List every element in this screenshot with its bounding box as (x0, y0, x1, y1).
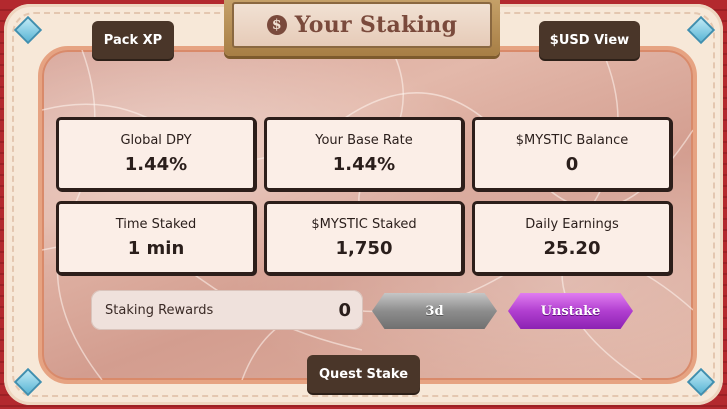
stat-card-daily-earnings: Daily Earnings 25.20 (472, 201, 672, 275)
stat-label: Your Base Rate (315, 133, 413, 148)
dollar-coin-icon: $ (266, 15, 287, 35)
duration-label: 3d (425, 303, 444, 319)
page-title: Your Staking (294, 12, 458, 38)
stat-card-base-rate: Your Base Rate 1.44% (264, 117, 464, 191)
stat-card-mystic-balance: $MYSTIC Balance 0 (472, 117, 672, 191)
quest-stake-button[interactable]: Quest Stake (307, 355, 420, 393)
stat-label: $MYSTIC Balance (515, 133, 629, 148)
stat-value: 1,750 (335, 238, 393, 259)
stat-card-global-dpy: Global DPY 1.44% (56, 117, 256, 191)
staking-rewards-bar: Staking Rewards 0 (91, 290, 363, 330)
stat-label: Global DPY (120, 133, 192, 148)
stat-label: Time Staked (115, 217, 197, 232)
pack-xp-button[interactable]: Pack XP (92, 21, 174, 59)
staking-rewards-label: Staking Rewards (105, 302, 214, 318)
title-plaque: $ Your Staking (224, 0, 500, 56)
stat-value: 0 (565, 154, 579, 175)
staking-rewards-value: 0 (338, 299, 351, 321)
stat-value: 1.44% (124, 154, 188, 175)
stat-value: 1 min (127, 238, 185, 259)
title-plaque-inner: $ Your Staking (232, 2, 492, 48)
duration-button[interactable]: 3d (372, 293, 497, 329)
stat-value: 25.20 (543, 238, 601, 259)
stat-card-time-staked: Time Staked 1 min (56, 201, 256, 275)
usd-view-button[interactable]: $USD View (539, 21, 640, 59)
stat-label: Daily Earnings (525, 217, 619, 232)
stat-label: $MYSTIC Staked (311, 217, 417, 232)
stat-card-mystic-staked: $MYSTIC Staked 1,750 (264, 201, 464, 275)
stat-value: 1.44% (332, 154, 396, 175)
unstake-label: Unstake (540, 303, 601, 319)
unstake-button[interactable]: Unstake (508, 293, 633, 329)
